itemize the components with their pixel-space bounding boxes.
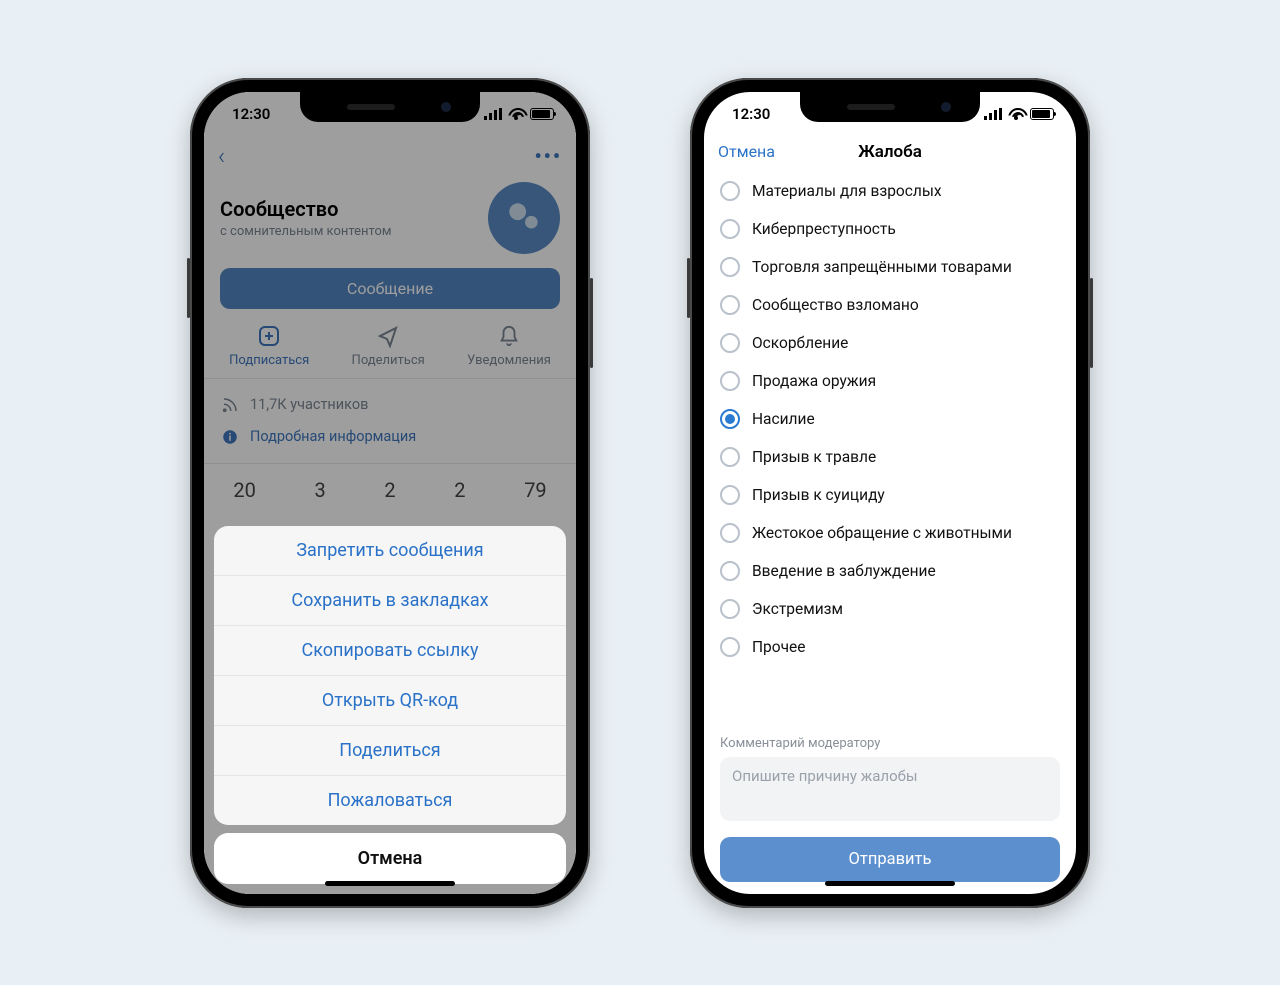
reason-label: Сообщество взломано [752, 296, 919, 314]
status-time: 12:30 [732, 105, 770, 123]
sheet-item-block-messages[interactable]: Запретить сообщения [214, 526, 566, 576]
reason-item[interactable]: Оскорбление [704, 324, 1076, 362]
reason-label: Призыв к суициду [752, 486, 885, 504]
reason-label: Призыв к травле [752, 448, 876, 466]
cancel-button[interactable]: Отмена [718, 142, 775, 161]
reason-label: Введение в заблуждение [752, 562, 936, 580]
reason-label: Оскорбление [752, 334, 848, 352]
radio-icon [720, 561, 740, 581]
reason-label: Экстремизм [752, 600, 843, 618]
radio-icon [720, 295, 740, 315]
reason-item[interactable]: Введение в заблуждение [704, 552, 1076, 590]
reason-item[interactable]: Насилие [704, 400, 1076, 438]
home-indicator[interactable] [825, 881, 955, 886]
radio-icon [720, 637, 740, 657]
action-sheet: Запретить сообщения Сохранить в закладка… [214, 526, 566, 884]
reason-item[interactable]: Призыв к суициду [704, 476, 1076, 514]
reason-list: Материалы для взрослых Киберпреступность Т… [704, 168, 1076, 728]
reason-item[interactable]: Материалы для взрослых [704, 172, 1076, 210]
reason-label: Продажа оружия [752, 372, 876, 390]
radio-icon [720, 599, 740, 619]
comment-label: Комментарий модератору [704, 728, 1076, 757]
radio-icon [720, 219, 740, 239]
sheet-item-copy-link[interactable]: Скопировать ссылку [214, 626, 566, 676]
status-icons [984, 108, 1054, 120]
reason-label: Торговля запрещёнными товарами [752, 258, 1012, 276]
radio-icon [720, 447, 740, 467]
radio-icon [720, 485, 740, 505]
reason-label: Материалы для взрослых [752, 182, 942, 200]
radio-icon [720, 523, 740, 543]
radio-icon [720, 371, 740, 391]
page-title: Жалоба [858, 142, 922, 162]
radio-icon [720, 181, 740, 201]
phone-left: ‹ ••• Сообщество с сомнительным контенто… [190, 78, 590, 908]
radio-icon [720, 409, 740, 429]
reason-label: Насилие [752, 410, 815, 428]
reason-item[interactable]: Призыв к травле [704, 438, 1076, 476]
radio-icon [720, 257, 740, 277]
comment-placeholder: Опишите причину жалобы [732, 767, 918, 785]
sheet-cancel[interactable]: Отмена [214, 833, 566, 884]
reason-item[interactable]: Прочее [704, 628, 1076, 666]
reason-label: Жестокое обращение с животными [752, 524, 1012, 542]
notch [300, 92, 480, 122]
reason-item[interactable]: Торговля запрещёнными товарами [704, 248, 1076, 286]
reason-item[interactable]: Киберпреступность [704, 210, 1076, 248]
reason-label: Киберпреступность [752, 220, 896, 238]
sheet-item-report[interactable]: Пожаловаться [214, 776, 566, 825]
home-indicator[interactable] [325, 881, 455, 886]
comment-input[interactable]: Опишите причину жалобы [720, 757, 1060, 821]
reason-item[interactable]: Продажа оружия [704, 362, 1076, 400]
sheet-item-bookmark[interactable]: Сохранить в закладках [214, 576, 566, 626]
sheet-item-qr[interactable]: Открыть QR-код [214, 676, 566, 726]
wifi-icon [1008, 108, 1024, 120]
radio-icon [720, 333, 740, 353]
sheet-item-share[interactable]: Поделиться [214, 726, 566, 776]
phone-right: 12:30 Отмена Жалоба Материалы для взросл… [690, 78, 1090, 908]
signal-icon [984, 108, 1002, 120]
reason-item[interactable]: Жестокое обращение с животными [704, 514, 1076, 552]
send-button[interactable]: Отправить [720, 837, 1060, 882]
reason-item[interactable]: Сообщество взломано [704, 286, 1076, 324]
battery-icon [1030, 108, 1054, 120]
reason-item[interactable]: Экстремизм [704, 590, 1076, 628]
notch [800, 92, 980, 122]
reason-label: Прочее [752, 638, 805, 656]
